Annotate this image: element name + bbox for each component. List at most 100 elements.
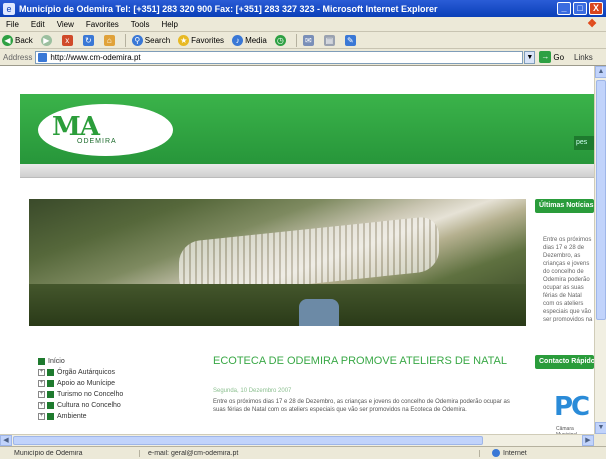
edit-button[interactable]: ✎ (344, 34, 358, 46)
address-url: http://www.cm-odemira.pt (50, 52, 141, 62)
minimize-button[interactable]: _ (557, 2, 571, 15)
nav-item-inicio[interactable]: Início (38, 356, 123, 367)
bullet-icon (47, 413, 54, 420)
home-button[interactable]: ⌂ (103, 34, 117, 46)
bullet-icon (38, 358, 45, 365)
search-button[interactable]: ⚲ Search (131, 34, 171, 46)
favorites-button[interactable]: ★ Favorites (178, 34, 224, 46)
nav-item-apoio[interactable]: + Apoio ao Munícipe (38, 378, 123, 389)
partner-logo-subtitle: Câmara Municipal (556, 426, 577, 434)
media-label: Media (245, 35, 267, 45)
expand-icon[interactable]: + (38, 402, 45, 409)
windows-logo-icon: ❖ (587, 18, 597, 30)
toolbar: ◀ Back ▶ x ↻ ⌂ ⚲ Search ★ Favorites ♪ Me… (0, 32, 606, 49)
search-label: Search (144, 35, 171, 45)
mail-icon: ✉ (302, 34, 314, 46)
home-icon: ⌂ (103, 34, 115, 46)
stop-icon: x (61, 34, 73, 46)
site-header: MA ODEMIRA pes (20, 94, 594, 164)
status-text: Município de Odemira (0, 449, 140, 457)
expand-icon[interactable]: + (38, 380, 45, 387)
forward-button[interactable]: ▶ (40, 34, 54, 46)
news-box-text: Entre os próximos dias 17 e 28 de Dezemb… (543, 237, 593, 322)
go-button[interactable]: → Go (539, 51, 564, 63)
hillside (29, 284, 526, 326)
status-bar: Município de Odemira e-mail: geral@cm-od… (0, 446, 606, 459)
stop-button[interactable]: x (61, 34, 75, 46)
close-button[interactable]: X (589, 2, 603, 15)
address-bar: Address http://www.cm-odemira.pt ▼ → Go … (0, 49, 606, 66)
contact-box-title[interactable]: Contacto Rápido (535, 355, 594, 369)
links-button[interactable]: Links (574, 53, 593, 62)
scroll-left-icon[interactable]: ◀ (0, 435, 12, 446)
nav-label: Início (48, 358, 65, 365)
article-body: Entre os próximos dias 17 e 28 de Dezemb… (213, 399, 510, 413)
title-bar: e Município de Odemira Tel: [+351] 283 3… (0, 0, 606, 17)
edit-icon: ✎ (344, 34, 356, 46)
header-search-button[interactable]: pes (574, 136, 594, 150)
media-button[interactable]: ♪ Media (232, 34, 267, 46)
go-arrow-icon: → (539, 51, 552, 63)
water (299, 299, 339, 326)
vertical-scroll-thumb[interactable] (596, 80, 606, 320)
globe-icon (492, 449, 500, 457)
address-label: Address (3, 52, 33, 62)
back-button[interactable]: ◀ Back (2, 34, 33, 46)
nav-label: Cultura no Concelho (57, 402, 121, 409)
address-dropdown-button[interactable]: ▼ (524, 50, 536, 64)
toolbar-separator (124, 33, 126, 47)
maximize-button[interactable]: □ (573, 2, 587, 15)
search-icon: ⚲ (131, 34, 143, 46)
history-button[interactable]: ◷ (274, 34, 288, 46)
nav-label: Órgão Autárquicos (57, 369, 115, 376)
refresh-button[interactable]: ↻ (82, 34, 96, 46)
menu-tools[interactable]: Tools (131, 20, 150, 29)
article-title[interactable]: ECOTECA DE ODEMIRA PROMOVE ATELIERS DE N… (213, 355, 513, 368)
address-input[interactable]: http://www.cm-odemira.pt (35, 50, 524, 64)
page-viewport: MA ODEMIRA pes Últimas Notícias Entre os… (0, 66, 594, 434)
nav-item-ambiente[interactable]: + Ambiente (38, 411, 123, 422)
expand-icon[interactable]: + (38, 413, 45, 420)
history-icon: ◷ (274, 34, 286, 46)
scroll-right-icon[interactable]: ▶ (582, 435, 594, 446)
menu-favorites[interactable]: Favorites (86, 20, 119, 29)
menu-help[interactable]: Help (161, 20, 177, 29)
menu-view[interactable]: View (57, 20, 74, 29)
nav-item-orgaos[interactable]: + Órgão Autárquicos (38, 367, 123, 378)
nav-label: Turismo no Concelho (57, 391, 124, 398)
scroll-down-icon[interactable]: ▼ (595, 422, 606, 434)
menu-bar: File Edit View Favorites Tools Help ❖ (0, 17, 606, 32)
media-icon: ♪ (232, 34, 244, 46)
logo-subtitle: ODEMIRA (77, 138, 117, 145)
bullet-icon (47, 369, 54, 376)
window-title: Município de Odemira Tel: [+351] 283 320… (19, 3, 438, 14)
expand-icon[interactable]: + (38, 391, 45, 398)
article-date: Segunda, 10 Dezembro 2007 (213, 388, 292, 394)
bullet-icon (47, 402, 54, 409)
nav-item-cultura[interactable]: + Cultura no Concelho (38, 400, 123, 411)
nav-label: Ambiente (57, 413, 87, 420)
page-icon (38, 52, 48, 62)
hero-photo (29, 199, 526, 326)
horizontal-scrollbar[interactable]: ◀ ▶ (0, 434, 594, 446)
menu-edit[interactable]: Edit (31, 20, 45, 29)
star-icon: ★ (178, 34, 190, 46)
bullet-icon (47, 391, 54, 398)
status-email: e-mail: geral@cm-odemira.pt (140, 449, 480, 457)
horizontal-scroll-thumb[interactable] (13, 436, 483, 445)
scroll-up-icon[interactable]: ▲ (595, 66, 606, 78)
go-label: Go (553, 52, 565, 62)
back-arrow-icon: ◀ (2, 34, 13, 46)
partner-logo[interactable]: PC (554, 392, 594, 428)
mail-button[interactable]: ✉ (302, 34, 316, 46)
toolbar-separator (295, 33, 297, 47)
menu-file[interactable]: File (6, 20, 19, 29)
vertical-scrollbar[interactable]: ▲ ▼ (594, 66, 606, 434)
print-button[interactable]: ▤ (323, 34, 337, 46)
nav-item-turismo[interactable]: + Turismo no Concelho (38, 389, 123, 400)
expand-icon[interactable]: + (38, 369, 45, 376)
news-box-title[interactable]: Últimas Notícias (535, 199, 594, 213)
security-zone: Internet (480, 449, 527, 457)
back-label: Back (15, 35, 33, 45)
left-nav: Início + Órgão Autárquicos + Apoio ao Mu… (38, 356, 123, 422)
